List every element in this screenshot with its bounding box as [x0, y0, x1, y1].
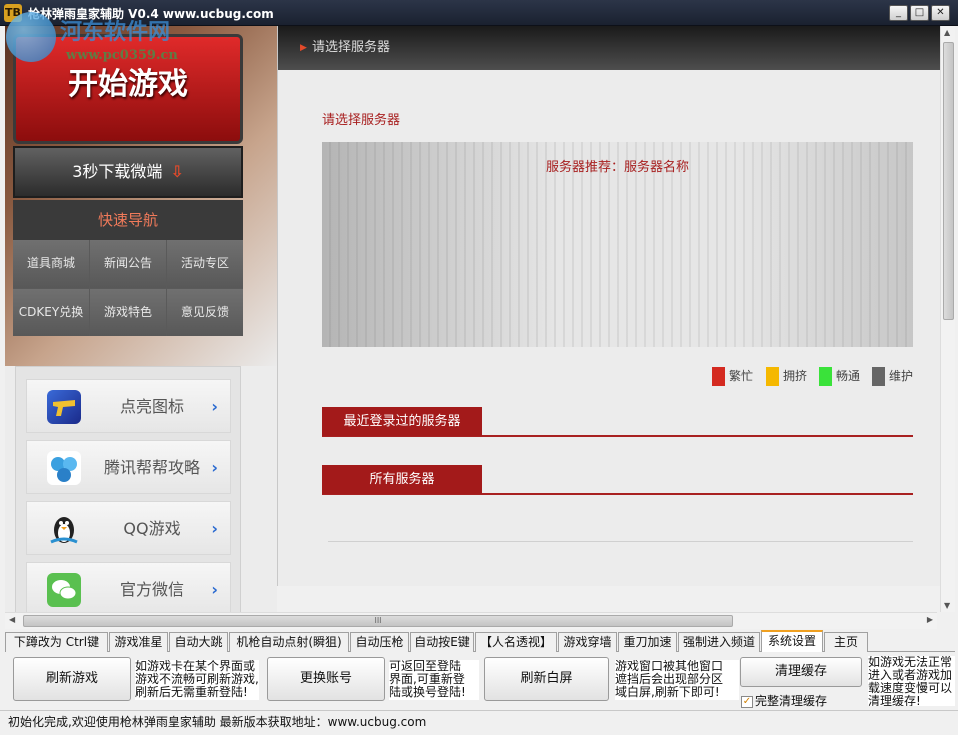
all-servers-section: 所有服务器 [322, 465, 913, 495]
server-panel: ▶ 请选择服务器 请选择服务器 服务器推荐：服务器名称 繁忙 拥挤 畅通 维护 最… [277, 26, 941, 586]
recommended-server[interactable]: 服务器推荐：服务器名称 [322, 156, 913, 175]
tab-auto-burst[interactable]: 机枪自动点射(瞬狙) [229, 632, 349, 652]
nav-item-news[interactable]: 新闻公告 [90, 240, 166, 288]
legend-swatch [712, 367, 725, 386]
download-icon: ⇩ [170, 162, 184, 181]
bangbang-icon [47, 451, 81, 485]
download-label: 3秒下载微端 [72, 162, 163, 181]
watermark-logo-icon [6, 12, 56, 62]
tab-home[interactable]: 主页 [824, 632, 868, 652]
nav-item-feedback[interactable]: 意见反馈 [167, 288, 243, 336]
minimize-button[interactable]: _ [889, 5, 908, 21]
recent-servers-tab[interactable]: 最近登录过的服务器 [322, 407, 482, 436]
legend-label: 畅通 [836, 369, 861, 383]
clear-cache-button[interactable]: 清理缓存 [740, 657, 862, 687]
legend-smooth: 畅通 [819, 366, 860, 386]
scroll-right-icon[interactable]: ▶ [927, 615, 933, 624]
all-servers-tab[interactable]: 所有服务器 [322, 465, 482, 494]
horizontal-scroll-thumb[interactable]: III [23, 615, 733, 627]
system-settings-panel: 刷新游戏 如游戏卡在某个界面或 游戏不流畅可刷新游戏, 刷新后无需重新登陆! 更… [5, 652, 955, 710]
chevron-right-icon: › [211, 580, 218, 599]
scroll-left-icon[interactable]: ◀ [9, 615, 15, 624]
divider [328, 541, 913, 542]
wechat-icon [47, 573, 81, 607]
gun-icon [47, 390, 81, 424]
server-header-title: 请选择服务器 [312, 40, 391, 55]
quick-nav-grid: 道具商城 新闻公告 活动专区 CDKEY兑换 游戏特色 意见反馈 [13, 240, 243, 336]
tab-system-settings[interactable]: 系统设置 [761, 630, 823, 653]
refresh-white-desc: 游戏窗口被其他窗口 遮挡后会出现部分区 域白屏,刷新下即可! [615, 660, 739, 700]
nav-item-cdkey[interactable]: CDKEY兑换 [13, 288, 89, 336]
tab-auto-jump[interactable]: 自动大跳 [169, 632, 228, 652]
vertical-scrollbar[interactable]: ▲ ▼ [940, 26, 955, 612]
watermark-url: www.pc0359.cn [66, 48, 178, 63]
legend-label: 繁忙 [729, 369, 754, 383]
quick-link-light-icon[interactable]: 点亮图标 › [26, 379, 231, 433]
scroll-down-icon[interactable]: ▼ [944, 601, 950, 610]
tab-knife-speed[interactable]: 重刀加速 [618, 632, 677, 652]
tab-crosshair[interactable]: 游戏准星 [109, 632, 168, 652]
refresh-white-screen-button[interactable]: 刷新白屏 [484, 657, 609, 701]
recent-servers-section: 最近登录过的服务器 [322, 407, 913, 437]
vertical-scroll-thumb[interactable] [943, 42, 954, 320]
quick-link-label: QQ游戏 [123, 519, 181, 538]
tab-name-esp[interactable]: 【人名透视】 [475, 632, 557, 652]
legend-swatch [766, 367, 779, 386]
refresh-game-desc: 如游戏卡在某个界面或 游戏不流畅可刷新游戏, 刷新后无需重新登陆! [135, 660, 259, 700]
maximize-button[interactable]: □ [910, 5, 929, 21]
chevron-right-icon: › [211, 458, 218, 477]
nav-item-shop[interactable]: 道具商城 [13, 240, 89, 288]
triangle-right-icon: ▶ [300, 43, 307, 53]
server-header: ▶ 请选择服务器 [278, 26, 941, 70]
server-banner: 服务器推荐：服务器名称 [322, 142, 913, 347]
tab-force-channel[interactable]: 强制进入频道 [678, 632, 760, 652]
switch-account-button[interactable]: 更换账号 [267, 657, 385, 701]
tab-wall-hack[interactable]: 游戏穿墙 [558, 632, 617, 652]
nav-item-events[interactable]: 活动专区 [167, 240, 243, 288]
left-panel: 开始游戏 3秒下载微端 ⇩ 快速导航 道具商城 新闻公告 活动专区 CDKEY兑换… [5, 26, 277, 616]
penguin-icon [47, 512, 81, 546]
chevron-right-icon: › [211, 519, 218, 538]
quick-link-label: 点亮图标 [119, 397, 184, 416]
close-button[interactable]: ✕ [931, 5, 950, 21]
quick-link-bangbang[interactable]: 腾讯帮帮攻略 › [26, 440, 231, 494]
nav-item-features[interactable]: 游戏特色 [90, 288, 166, 336]
legend-busy: 繁忙 [712, 366, 753, 386]
select-server-title: 请选择服务器 [322, 113, 401, 128]
quick-link-label: 官方微信 [119, 580, 184, 599]
horizontal-scrollbar[interactable]: ◀ III ▶ [5, 612, 937, 629]
download-client-button[interactable]: 3秒下载微端 ⇩ [13, 146, 243, 198]
switch-account-desc: 可返回至登陆 界面,可重新登 陆或换号登陆! [389, 660, 479, 700]
full-clear-cache-checkbox[interactable]: ✓ 完整清理缓存 [741, 692, 827, 709]
scroll-up-icon[interactable]: ▲ [944, 28, 950, 37]
clear-cache-desc: 如游戏无法正常 进入或者游戏加 载速度变慢可以 清理缓存! [868, 656, 955, 706]
legend-crowded: 拥挤 [766, 366, 807, 386]
quick-nav-title: 快速导航 [13, 200, 243, 240]
legend-label: 拥挤 [783, 369, 808, 383]
quick-link-wechat[interactable]: 官方微信 › [26, 562, 231, 616]
tab-auto-e[interactable]: 自动按E键 [410, 632, 474, 652]
tab-crouch-ctrl[interactable]: 下蹲改为 Ctrl键 [5, 632, 108, 652]
legend-maintenance: 维护 [872, 366, 913, 386]
checkmark-icon: ✓ [741, 695, 753, 708]
legend-swatch [872, 367, 885, 386]
quick-links-panel: 点亮图标 › 腾讯帮帮攻略 › QQ游戏 › 官方微信 › [15, 366, 241, 616]
refresh-game-button[interactable]: 刷新游戏 [13, 657, 131, 701]
tab-recoil[interactable]: 自动压枪 [350, 632, 409, 652]
quick-link-qq-games[interactable]: QQ游戏 › [26, 501, 231, 555]
legend-swatch [819, 367, 832, 386]
feature-tabs: 下蹲改为 Ctrl键 游戏准星 自动大跳 机枪自动点射(瞬狙) 自动压枪 自动按… [5, 630, 955, 653]
watermark-name: 河东软件网 [60, 19, 171, 45]
legend-label: 维护 [889, 369, 914, 383]
status-bar: 初始化完成,欢迎使用枪林弹雨皇家辅助 最新版本获取地址：www.ucbug.co… [0, 710, 958, 735]
quick-link-label: 腾讯帮帮攻略 [103, 458, 200, 477]
chevron-right-icon: › [211, 397, 218, 416]
full-clear-cache-label: 完整清理缓存 [755, 694, 828, 708]
